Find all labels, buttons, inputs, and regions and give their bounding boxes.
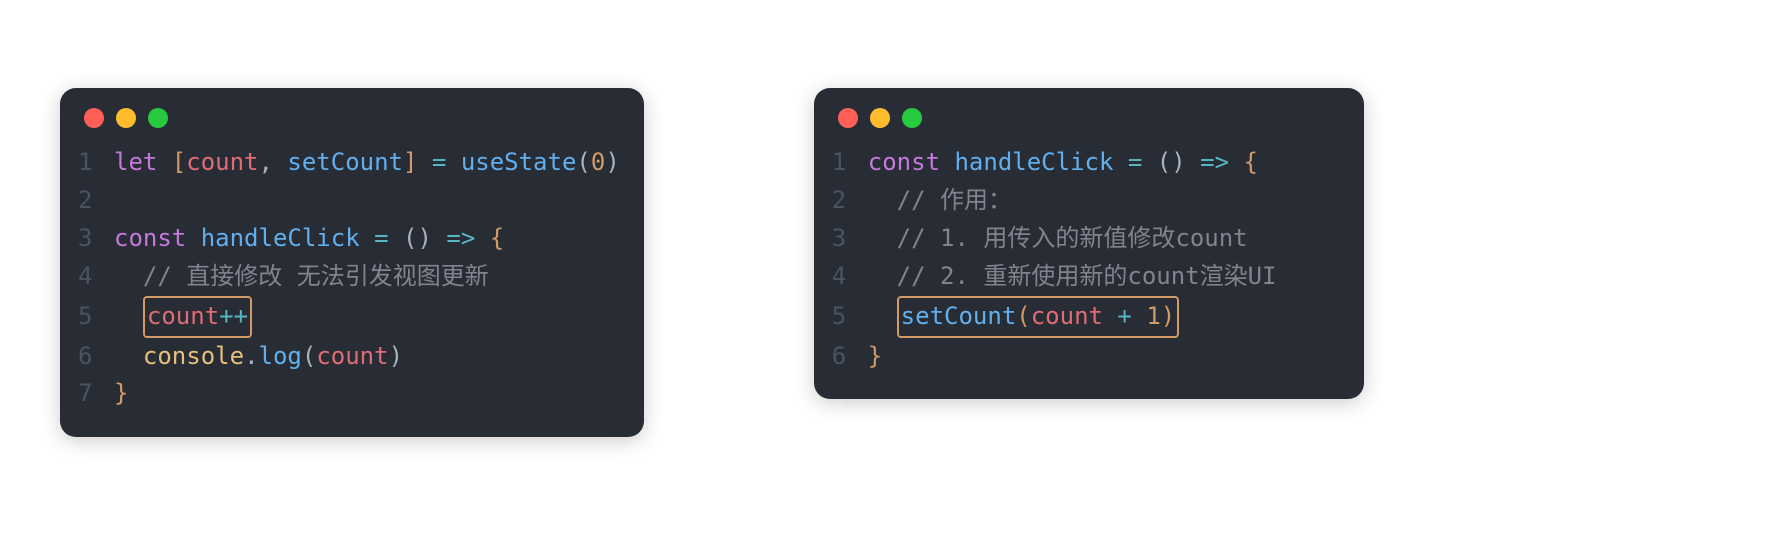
close-icon[interactable]	[838, 108, 858, 128]
line-number: 6	[832, 338, 868, 376]
close-icon[interactable]	[84, 108, 104, 128]
code-block-left: 1let [count, setCount] = useState(0)23co…	[78, 144, 620, 413]
line-content: const handleClick = () => {	[868, 144, 1258, 182]
line-content: // 2. 重新使用新的count渲染UI	[868, 258, 1277, 296]
line-number: 5	[832, 298, 868, 336]
code-line: 2 // 作用：	[832, 182, 1340, 220]
code-block-right: 1const handleClick = () => {2 // 作用：3 //…	[832, 144, 1340, 375]
line-number: 2	[78, 182, 114, 220]
line-content: }	[114, 375, 128, 413]
line-number: 3	[832, 220, 868, 258]
code-line: 2	[78, 182, 620, 220]
line-content: // 作用：	[868, 182, 1012, 220]
highlight-box: setCount(count + 1)	[897, 296, 1180, 338]
line-content: // 直接修改 无法引发视图更新	[114, 258, 489, 296]
line-content: count++	[114, 296, 252, 338]
line-number: 3	[78, 220, 114, 258]
code-line: 1let [count, setCount] = useState(0)	[78, 144, 620, 182]
line-number: 4	[832, 258, 868, 296]
line-number: 1	[832, 144, 868, 182]
line-content: // 1. 用传入的新值修改count	[868, 220, 1248, 258]
minimize-icon[interactable]	[870, 108, 890, 128]
line-content: let [count, setCount] = useState(0)	[114, 144, 620, 182]
code-line: 3 // 1. 用传入的新值修改count	[832, 220, 1340, 258]
line-content: setCount(count + 1)	[868, 296, 1179, 338]
code-line: 7}	[78, 375, 620, 413]
code-line: 6}	[832, 338, 1340, 376]
code-line: 3const handleClick = () => {	[78, 220, 620, 258]
zoom-icon[interactable]	[148, 108, 168, 128]
code-window-right: 1const handleClick = () => {2 // 作用：3 //…	[814, 88, 1364, 399]
line-number: 7	[78, 375, 114, 413]
window-traffic-lights	[78, 108, 620, 144]
window-traffic-lights	[832, 108, 1340, 144]
code-line: 4 // 直接修改 无法引发视图更新	[78, 258, 620, 296]
line-number: 2	[832, 182, 868, 220]
minimize-icon[interactable]	[116, 108, 136, 128]
code-line: 4 // 2. 重新使用新的count渲染UI	[832, 258, 1340, 296]
line-content: }	[868, 338, 882, 376]
line-number: 6	[78, 338, 114, 376]
code-line: 1const handleClick = () => {	[832, 144, 1340, 182]
line-number: 4	[78, 258, 114, 296]
line-number: 1	[78, 144, 114, 182]
code-line: 5 count++	[78, 296, 620, 338]
code-window-left: 1let [count, setCount] = useState(0)23co…	[60, 88, 644, 437]
code-line: 6 console.log(count)	[78, 338, 620, 376]
code-line: 5 setCount(count + 1)	[832, 296, 1340, 338]
zoom-icon[interactable]	[902, 108, 922, 128]
line-content: const handleClick = () => {	[114, 220, 504, 258]
line-number: 5	[78, 298, 114, 336]
highlight-box: count++	[143, 296, 252, 338]
line-content: console.log(count)	[114, 338, 403, 376]
